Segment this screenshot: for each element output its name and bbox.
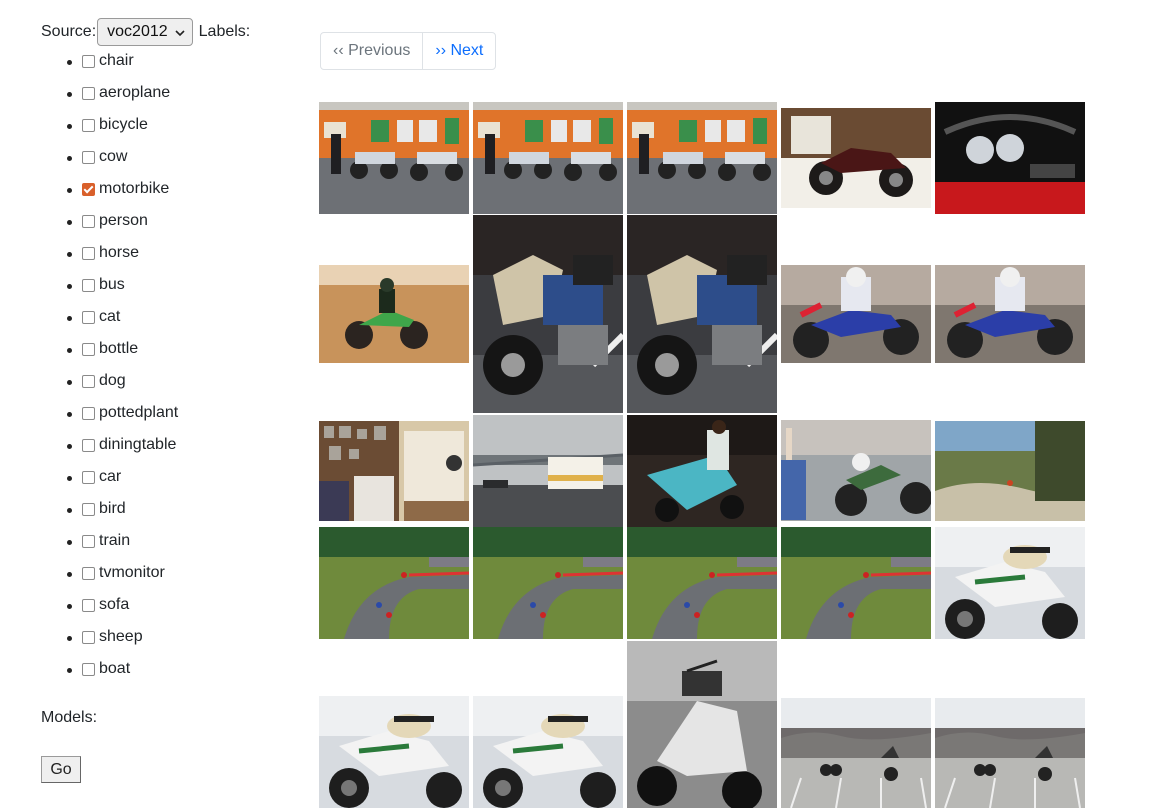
label-text: pottedplant <box>99 404 179 421</box>
label-checkbox[interactable] <box>82 279 95 292</box>
thumbnail-motocross[interactable] <box>935 265 1085 363</box>
thumbnail-bridge-bus[interactable] <box>473 415 623 527</box>
thumbnail-street-bikes[interactable] <box>319 102 469 214</box>
label-text: cow <box>99 148 128 165</box>
previous-page-link[interactable]: ‹‹ Previous <box>321 33 424 69</box>
label-text: sofa <box>99 596 130 613</box>
label-checkbox[interactable] <box>82 119 95 132</box>
source-select[interactable]: voc2012 <box>97 18 193 46</box>
pagination: ‹‹ Previous ›› Next <box>320 32 497 70</box>
source-label: Source: <box>41 23 97 40</box>
label-text: car <box>99 468 122 485</box>
label-text: sheep <box>99 628 143 645</box>
bullet <box>67 604 72 609</box>
thumbnail-bw-scooter[interactable] <box>627 641 777 808</box>
thumbnail-motocross-green[interactable] <box>781 420 931 521</box>
bullet <box>67 444 72 449</box>
label-checkbox[interactable] <box>82 375 95 388</box>
thumbnail-street-bikes[interactable] <box>473 102 623 214</box>
labels-heading: Labels: <box>198 23 251 40</box>
bullet <box>67 348 72 353</box>
thumbnail-landscape[interactable] <box>935 421 1085 521</box>
label-checkbox[interactable] <box>82 183 95 196</box>
thumbnail-dark-motorbike[interactable] <box>781 108 931 208</box>
label-text: bottle <box>99 340 139 357</box>
label-checkbox[interactable] <box>82 471 95 484</box>
bullet <box>67 508 72 513</box>
bullet <box>67 124 72 129</box>
bullet <box>67 156 72 161</box>
thumbnail-dirt-bike[interactable] <box>319 265 469 363</box>
label-text: tvmonitor <box>99 564 165 581</box>
label-checkbox[interactable] <box>82 599 95 612</box>
label-text: horse <box>99 244 140 261</box>
source-row: Source: voc2012 Labels: <box>41 18 301 46</box>
chevron-down-icon <box>174 26 186 38</box>
thumbnail-race-track[interactable] <box>473 527 623 639</box>
bullet <box>67 380 72 385</box>
models-label: Models: <box>41 709 98 726</box>
label-checkbox[interactable] <box>82 439 95 452</box>
label-text: bus <box>99 276 125 293</box>
sidebar: Source: voc2012 Labels: chair aeroplane bi… <box>41 18 301 677</box>
label-checkbox[interactable] <box>82 631 95 644</box>
thumbnail-police-bike[interactable] <box>935 527 1085 639</box>
label-checkbox[interactable] <box>82 151 95 164</box>
thumbnail-police-bike[interactable] <box>319 696 469 808</box>
source-select-value: voc2012 <box>107 23 168 40</box>
thumbnail-parking-stunt[interactable] <box>781 698 931 808</box>
bullet <box>67 572 72 577</box>
bullet <box>67 476 72 481</box>
bullet <box>67 252 72 257</box>
thumbnail-race-track[interactable] <box>781 527 931 639</box>
label-checkbox[interactable] <box>82 247 95 260</box>
label-text: train <box>99 532 131 549</box>
bullet <box>67 220 72 225</box>
thumbnail-race-track[interactable] <box>627 527 777 639</box>
thumbnail-dashboard[interactable] <box>935 102 1085 214</box>
next-page-link[interactable]: ›› Next <box>423 33 495 69</box>
label-checkbox[interactable] <box>82 567 95 580</box>
thumbnail-scooter-woman[interactable] <box>627 415 777 527</box>
bullet <box>67 188 72 193</box>
label-checkbox[interactable] <box>82 215 95 228</box>
label-checkbox[interactable] <box>82 311 95 324</box>
label-text: motorbike <box>99 180 170 197</box>
thumbnail-police-bike[interactable] <box>473 696 623 808</box>
label-text: bird <box>99 500 126 517</box>
label-text: dog <box>99 372 126 389</box>
bullet <box>67 412 72 417</box>
bullet <box>67 540 72 545</box>
label-checkbox[interactable] <box>82 87 95 100</box>
label-text: bicycle <box>99 116 148 133</box>
label-checkbox[interactable] <box>82 663 95 676</box>
label-checkbox[interactable] <box>82 343 95 356</box>
bullet <box>67 316 72 321</box>
bullet <box>67 60 72 65</box>
label-checkbox[interactable] <box>82 535 95 548</box>
bullet <box>67 636 72 641</box>
thumbnail-touring-bike[interactable] <box>627 215 777 413</box>
bullet <box>67 668 72 673</box>
label-text: boat <box>99 660 131 677</box>
thumbnail-street-bikes[interactable] <box>627 102 777 214</box>
label-checkbox[interactable] <box>82 503 95 516</box>
thumbnail-room[interactable] <box>319 421 469 521</box>
bullet <box>67 92 72 97</box>
label-text: aeroplane <box>99 84 171 101</box>
label-checkbox[interactable] <box>82 55 95 68</box>
bullet <box>67 284 72 289</box>
label-text: person <box>99 212 148 229</box>
label-checkbox[interactable] <box>82 407 95 420</box>
thumbnail-motocross[interactable] <box>781 265 931 363</box>
thumbnail-parking-stunt[interactable] <box>935 698 1085 808</box>
label-text: cat <box>99 308 121 325</box>
label-text: diningtable <box>99 436 177 453</box>
go-button[interactable]: Go <box>41 756 81 783</box>
label-text: chair <box>99 52 134 69</box>
thumbnail-touring-bike[interactable] <box>473 215 623 413</box>
thumbnail-race-track[interactable] <box>319 527 469 639</box>
